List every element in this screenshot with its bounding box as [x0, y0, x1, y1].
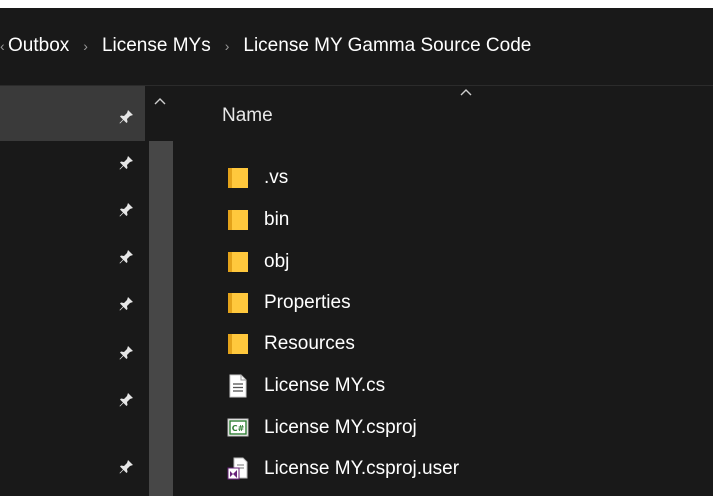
file-name: bin: [264, 209, 290, 230]
breadcrumb[interactable]: ‹ Outbox › License MYs › License MY Gamm…: [0, 29, 533, 63]
list-item[interactable]: C# License MY.csproj: [175, 410, 713, 446]
list-item[interactable]: .vs: [175, 160, 713, 196]
visual-studio-user-file-icon: [227, 457, 249, 481]
breadcrumb-item-license-mys[interactable]: License MYs: [100, 35, 213, 57]
text-document-icon: [227, 374, 249, 398]
sort-ascending-icon[interactable]: [458, 84, 474, 98]
folder-icon: [227, 250, 249, 274]
scroll-up-arrow-icon[interactable]: [152, 94, 168, 110]
nav-scrollbar[interactable]: [145, 86, 175, 496]
column-header-name[interactable]: Name: [222, 105, 273, 127]
pin-icon[interactable]: [116, 154, 136, 174]
file-name: .vs: [264, 167, 289, 188]
file-name: License MY.csproj.user: [264, 458, 460, 479]
list-item[interactable]: Properties: [175, 285, 713, 321]
list-item[interactable]: Resources: [175, 326, 713, 362]
pin-icon[interactable]: [116, 201, 136, 221]
folder-icon: [227, 208, 249, 232]
list-item[interactable]: obj: [175, 244, 713, 280]
file-name: License MY.csproj: [264, 417, 417, 438]
svg-text:C#: C#: [232, 424, 245, 433]
csharp-project-icon: C#: [227, 416, 249, 440]
folder-icon: [227, 166, 249, 190]
file-name: Resources: [264, 333, 355, 354]
folder-icon: [227, 332, 249, 356]
list-item[interactable]: License MY.csproj.user: [175, 451, 713, 487]
file-name: obj: [264, 251, 290, 272]
pin-icon[interactable]: [116, 108, 136, 128]
breadcrumb-chevron-icon[interactable]: ›: [71, 38, 100, 54]
pin-icon[interactable]: [116, 458, 136, 478]
window-top-edge: [0, 0, 713, 8]
breadcrumb-item-outbox[interactable]: Outbox: [6, 35, 71, 57]
file-list[interactable]: Name .vs bin obj Properties Resources Li…: [175, 86, 713, 496]
file-name: Properties: [264, 292, 351, 313]
pin-icon[interactable]: [116, 248, 136, 268]
scroll-thumb-edge: [147, 141, 149, 496]
navigation-pane[interactable]: [0, 86, 145, 496]
pin-icon[interactable]: [116, 344, 136, 364]
pin-icon[interactable]: [116, 391, 136, 411]
scroll-thumb[interactable]: [147, 141, 173, 496]
breadcrumb-chevron-icon[interactable]: ›: [213, 38, 242, 54]
list-item[interactable]: bin: [175, 202, 713, 238]
list-item[interactable]: License MY.cs: [175, 368, 713, 404]
pin-icon[interactable]: [116, 295, 136, 315]
folder-icon: [227, 291, 249, 315]
breadcrumb-item-current-folder[interactable]: License MY Gamma Source Code: [241, 35, 533, 57]
file-name: License MY.cs: [264, 375, 386, 396]
